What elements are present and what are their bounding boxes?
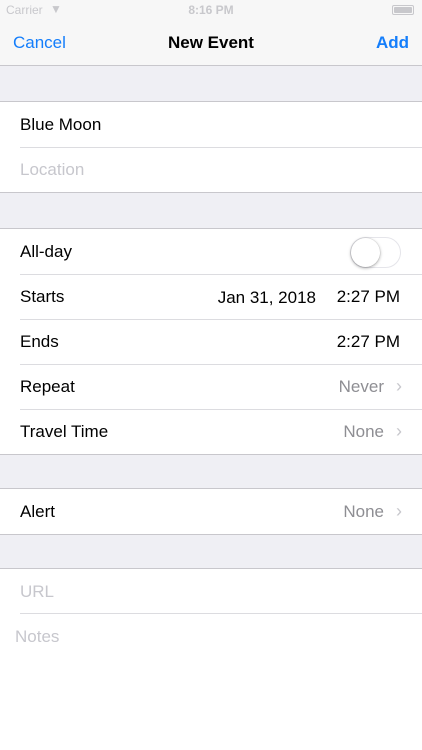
alert-label: Alert bbox=[20, 502, 55, 521]
status-bar: Carrier ▼ 8:16 PM bbox=[0, 0, 422, 20]
travel-time-label: Travel Time bbox=[20, 422, 109, 441]
navigation-bar: Cancel New Event Add bbox=[0, 20, 422, 66]
all-day-toggle[interactable] bbox=[350, 237, 401, 268]
alert-value: None bbox=[343, 502, 384, 521]
starts-row[interactable]: Starts Jan 31, 2018 2:27 PM bbox=[0, 274, 422, 319]
location-row bbox=[0, 147, 422, 192]
starts-label: Starts bbox=[20, 287, 65, 306]
chevron-right-icon: › bbox=[396, 376, 402, 396]
all-day-row: All-day bbox=[0, 229, 422, 274]
chevron-right-icon: › bbox=[396, 421, 402, 441]
ends-time[interactable]: 2:27 PM bbox=[337, 332, 400, 352]
url-input[interactable] bbox=[20, 569, 400, 614]
alert-row[interactable]: Alert None › bbox=[0, 489, 422, 534]
chevron-right-icon: › bbox=[396, 501, 402, 521]
all-day-label: All-day bbox=[20, 242, 72, 261]
repeat-row[interactable]: Repeat Never › bbox=[0, 364, 422, 409]
add-button[interactable]: Add bbox=[376, 33, 409, 53]
divider bbox=[20, 613, 422, 614]
location-input[interactable] bbox=[20, 147, 400, 192]
timing-group: All-day Starts Jan 31, 2018 2:27 PM Ends… bbox=[0, 228, 422, 455]
toggle-knob bbox=[351, 238, 380, 267]
starts-date[interactable]: Jan 31, 2018 bbox=[218, 288, 316, 308]
title-input[interactable] bbox=[20, 102, 400, 147]
repeat-label: Repeat bbox=[20, 377, 75, 396]
url-group bbox=[0, 568, 422, 614]
starts-time[interactable]: 2:27 PM bbox=[337, 287, 400, 307]
event-info-group bbox=[0, 101, 422, 193]
status-time: 8:16 PM bbox=[188, 3, 234, 17]
ends-label: Ends bbox=[20, 332, 59, 351]
alert-group: Alert None › bbox=[0, 488, 422, 535]
page-title: New Event bbox=[168, 33, 254, 52]
notes-area bbox=[0, 613, 422, 750]
ends-row[interactable]: Ends 2:27 PM bbox=[0, 319, 422, 364]
notes-input[interactable] bbox=[15, 627, 405, 737]
travel-time-row[interactable]: Travel Time None › bbox=[0, 409, 422, 454]
url-row bbox=[0, 569, 422, 614]
title-row bbox=[0, 102, 422, 147]
repeat-value: Never bbox=[338, 377, 384, 396]
travel-time-value: None bbox=[343, 422, 384, 441]
battery-icon bbox=[392, 5, 414, 15]
